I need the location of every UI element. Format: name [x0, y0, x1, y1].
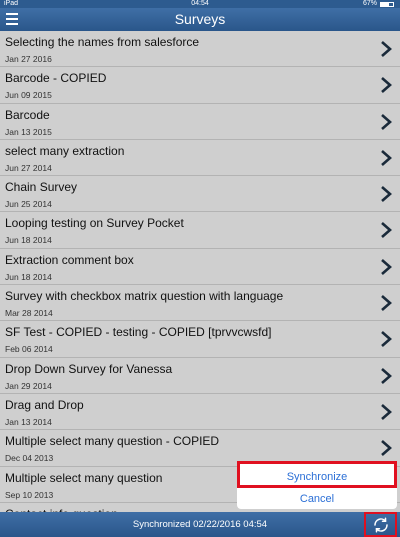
battery-percent: 67%: [362, 0, 377, 7]
survey-row[interactable]: Drag and Drop Jan 13 2014: [0, 393, 400, 431]
survey-row[interactable]: Drop Down Survey for Vanessa Jan 29 2014: [0, 357, 400, 394]
survey-row[interactable]: Barcode - COPIED Jun 09 2015: [0, 67, 400, 104]
chevron-right-icon[interactable]: [380, 40, 392, 58]
survey-name: select many extraction: [5, 143, 125, 158]
survey-date: Jun 18 2014: [5, 235, 52, 246]
survey-name: Barcode: [5, 107, 50, 122]
survey-row[interactable]: SF Test - COPIED - testing - COPIED [tpr…: [0, 321, 400, 358]
survey-row[interactable]: select many extraction Jun 27 2014: [0, 139, 400, 177]
survey-name: Looping testing on Survey Pocket: [5, 216, 184, 231]
survey-date: Dec 04 2013: [5, 453, 54, 464]
survey-list[interactable]: Selecting the names from salesforce Jan 2…: [0, 31, 400, 512]
chevron-right-icon[interactable]: [380, 330, 392, 348]
chevron-right-icon[interactable]: [380, 367, 392, 385]
survey-date: Jan 29 2014: [5, 380, 52, 391]
survey-row[interactable]: Selecting the names from salesforce Jan 2…: [0, 31, 400, 68]
clock: 04:54: [191, 0, 209, 7]
survey-row[interactable]: Survey with checkbox matrix question wit…: [0, 285, 400, 322]
survey-name: SF Test - COPIED - testing - COPIED [tpr…: [5, 325, 272, 340]
page-title: Surveys: [174, 11, 226, 27]
survey-name: Multiple select many question: [5, 470, 163, 485]
survey-date: Jan 13 2015: [5, 126, 52, 137]
survey-date: Mar 28 2014: [5, 308, 53, 319]
survey-date: Jun 27 2014: [5, 162, 52, 173]
synchronize-button[interactable]: Synchronize: [237, 461, 397, 488]
sync-action-sheet: Synchronize Cancel: [237, 461, 397, 509]
chevron-right-icon[interactable]: [380, 439, 392, 457]
survey-name: Survey with checkbox matrix question wit…: [5, 289, 284, 304]
chevron-right-icon[interactable]: [380, 113, 392, 131]
survey-name: Drag and Drop: [5, 397, 84, 412]
survey-date: Jun 25 2014: [5, 199, 52, 210]
survey-date: Jan 13 2014: [5, 416, 52, 427]
survey-date: Jan 27 2016: [5, 54, 52, 64]
cancel-button[interactable]: Cancel: [237, 491, 397, 507]
survey-date: Jun 18 2014: [5, 271, 52, 282]
survey-row[interactable]: Looping testing on Survey Pocket Jun 18 2…: [0, 212, 400, 249]
chevron-right-icon[interactable]: [380, 149, 392, 167]
survey-name: Drop Down Survey for Vanessa: [5, 361, 173, 376]
refresh-button[interactable]: [364, 512, 397, 537]
survey-date: Feb 06 2014: [5, 344, 53, 355]
nav-bar: Surveys: [0, 8, 400, 31]
chevron-right-icon[interactable]: [380, 221, 392, 239]
chevron-right-icon[interactable]: [380, 185, 392, 203]
status-bar: iPad 04:54 67%: [0, 0, 400, 8]
survey-row[interactable]: Extraction comment box Jun 18 2014: [0, 248, 400, 286]
refresh-icon: [373, 517, 388, 532]
battery-icon: [380, 1, 394, 7]
survey-row[interactable]: Chain Survey Jun 25 2014: [0, 176, 400, 213]
survey-date: Jun 09 2015: [5, 90, 52, 101]
chevron-right-icon[interactable]: [380, 76, 392, 94]
battery-status: 67%: [363, 0, 394, 8]
survey-row[interactable]: Barcode Jan 13 2015: [0, 103, 400, 140]
survey-date: Sep 10 2013: [5, 489, 54, 500]
footer-bar: Synchronized 02/22/2016 04:54: [0, 512, 400, 537]
chevron-right-icon[interactable]: [380, 258, 392, 276]
survey-name: Multiple select many question - COPIED: [5, 434, 220, 449]
sync-status-text: Synchronized 02/22/2016 04:54: [132, 519, 268, 530]
survey-name: Extraction comment box: [5, 252, 134, 267]
chevron-right-icon[interactable]: [380, 294, 392, 312]
survey-name: Barcode - COPIED: [5, 71, 107, 86]
chevron-right-icon[interactable]: [380, 403, 392, 421]
survey-name: Chain Survey: [5, 180, 78, 195]
survey-name: Selecting the names from salesforce: [5, 35, 200, 49]
